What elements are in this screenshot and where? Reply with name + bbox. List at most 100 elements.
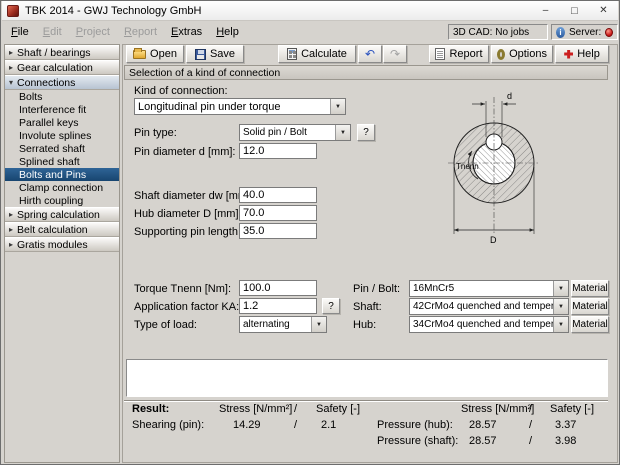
pin-material-label: Pin / Bolt: xyxy=(353,283,401,295)
page-title: Selection of a kind of connection xyxy=(124,65,608,80)
result-divider: / xyxy=(294,419,298,431)
diagram-torque-label: Tnenn xyxy=(456,162,479,171)
sidebar-item-involute-splines[interactable]: Involute splines xyxy=(5,129,119,142)
result-pressure-hub-label: Pressure (hub): xyxy=(377,419,453,431)
result-pressure-shaft-stress: 28.57 xyxy=(469,435,497,447)
result-pressure-hub-safety: 3.37 xyxy=(555,419,577,431)
result-pressure-shaft-label: Pressure (shaft): xyxy=(377,435,459,447)
minimize-button[interactable] xyxy=(531,1,560,20)
pin-material-value: 16MnCr5 xyxy=(413,283,455,294)
shaft-material-value: 42CrMo4 quenched and tempered xyxy=(413,301,553,312)
sidebar-item-bolts[interactable]: Bolts xyxy=(5,90,119,103)
sidebar-item-interference-fit[interactable]: Interference fit xyxy=(5,103,119,116)
shaft-material-label: Shaft: xyxy=(353,301,382,313)
shaft-diameter-input[interactable] xyxy=(239,187,317,203)
pin-type-label: Pin type: xyxy=(134,127,177,139)
load-type-value: alternating xyxy=(243,319,290,330)
menu-project[interactable]: Project xyxy=(69,24,117,40)
hub-diameter-input[interactable] xyxy=(239,205,317,221)
pin-length-input[interactable] xyxy=(239,223,317,239)
hub-material-select[interactable]: 34CrMo4 quenched and tempered xyxy=(409,316,569,333)
shaft-diameter-label: Shaft diameter dw [mm]: xyxy=(134,190,254,202)
hub-material-button[interactable]: Material xyxy=(571,316,609,333)
sidebar-item-serrated-shaft[interactable]: Serrated shaft xyxy=(5,142,119,155)
result-divider: / xyxy=(529,419,533,431)
chevron-right-icon xyxy=(9,241,13,249)
result-divider: / xyxy=(294,403,298,415)
sidebar-section-shaft-bearings[interactable]: Shaft / bearings xyxy=(5,45,119,60)
chevron-down-icon[interactable] xyxy=(330,99,345,114)
result-divider: / xyxy=(529,403,533,415)
sidebar-section-label: Spring calculation xyxy=(17,208,100,221)
maximize-button[interactable] xyxy=(560,1,589,20)
sidebar-section-label: Shaft / bearings xyxy=(17,46,91,59)
chevron-down-icon[interactable] xyxy=(311,317,326,332)
shaft-material-button[interactable]: Material xyxy=(571,298,609,315)
menu-bar: File Edit Project Report Extras Help 3D … xyxy=(2,22,618,42)
pin-material-select[interactable]: 16MnCr5 xyxy=(409,280,569,297)
pin-type-select[interactable]: Solid pin / Bolt xyxy=(239,124,351,141)
sidebar-item-splined-shaft[interactable]: Splined shaft xyxy=(5,155,119,168)
application-factor-help-button[interactable]: ? xyxy=(322,298,340,314)
result-pressure-shaft-safety: 3.98 xyxy=(555,435,577,447)
result-shearing-label: Shearing (pin): xyxy=(132,419,205,431)
sidebar-section-label: Gratis modules xyxy=(17,238,88,251)
title-bar: TBK 2014 - GWJ Technology GmbH xyxy=(2,1,618,21)
menu-report[interactable]: Report xyxy=(117,24,164,40)
pin-type-help-button[interactable]: ? xyxy=(357,124,375,141)
sidebar-item-clamp-connection[interactable]: Clamp connection xyxy=(5,181,119,194)
menu-extras[interactable]: Extras xyxy=(164,24,209,40)
kind-of-connection-value: Longitudinal pin under torque xyxy=(138,100,281,113)
app-icon xyxy=(7,4,19,17)
chevron-right-icon xyxy=(9,49,13,57)
cad-status-text: 3D CAD: No jobs xyxy=(453,26,530,38)
sidebar-item-hirth-coupling[interactable]: Hirth coupling xyxy=(5,194,119,207)
sidebar-section-connections[interactable]: Connections xyxy=(5,75,119,90)
result-pressure-hub-stress: 28.57 xyxy=(469,419,497,431)
window-controls xyxy=(531,1,618,20)
result-safety-header-right: Safety [-] xyxy=(550,403,595,415)
sidebar-section-spring-calculation[interactable]: Spring calculation xyxy=(5,207,119,222)
pin-diameter-input[interactable] xyxy=(239,143,317,159)
result-stress-header-left: Stress [N/mm²] xyxy=(219,403,293,415)
info-icon[interactable] xyxy=(556,26,566,38)
close-button[interactable] xyxy=(589,1,618,20)
result-title: Result: xyxy=(132,403,170,415)
chevron-down-icon[interactable] xyxy=(335,125,350,140)
shaft-material-select[interactable]: 42CrMo4 quenched and tempered xyxy=(409,298,569,315)
server-status-dot-icon xyxy=(605,27,613,37)
chevron-down-icon[interactable] xyxy=(553,299,568,314)
result-separator xyxy=(124,400,608,402)
sidebar-section-gratis-modules[interactable]: Gratis modules xyxy=(5,237,119,252)
chevron-right-icon xyxy=(9,211,13,219)
server-label: Server: xyxy=(569,26,602,38)
kind-of-connection-select[interactable]: Longitudinal pin under torque xyxy=(134,98,346,115)
torque-input[interactable] xyxy=(239,280,317,296)
diagram-D-label: D xyxy=(490,235,497,245)
torque-label: Torque Tnenn [Nm]: xyxy=(134,283,232,295)
cad-status: 3D CAD: No jobs xyxy=(448,24,548,40)
sidebar-item-bolts-and-pins[interactable]: Bolts and Pins xyxy=(5,168,119,181)
pin-connection-diagram: d D Tnenn xyxy=(426,87,566,248)
chevron-down-icon[interactable] xyxy=(553,281,568,296)
chevron-right-icon xyxy=(9,226,13,234)
app-window: TBK 2014 - GWJ Technology GmbH File Edit… xyxy=(0,0,620,465)
message-box xyxy=(126,359,608,397)
menu-help[interactable]: Help xyxy=(209,24,246,40)
sidebar-section-belt-calculation[interactable]: Belt calculation xyxy=(5,222,119,237)
sidebar-section-label: Belt calculation xyxy=(17,223,88,236)
result-safety-header-left: Safety [-] xyxy=(316,403,361,415)
menu-edit[interactable]: Edit xyxy=(36,24,69,40)
sidebar-item-parallel-keys[interactable]: Parallel keys xyxy=(5,116,119,129)
menu-file[interactable]: File xyxy=(4,24,36,40)
sidebar-section-gear-calculation[interactable]: Gear calculation xyxy=(5,60,119,75)
sidebar-section-label: Gear calculation xyxy=(17,61,93,74)
application-factor-input[interactable] xyxy=(239,298,317,314)
result-stress-header-right: Stress [N/mm²] xyxy=(461,403,535,415)
chevron-down-icon[interactable] xyxy=(553,317,568,332)
window-title: TBK 2014 - GWJ Technology GmbH xyxy=(25,4,202,17)
load-type-select[interactable]: alternating xyxy=(239,316,327,333)
application-factor-label: Application factor KA: xyxy=(134,301,240,313)
load-type-label: Type of load: xyxy=(134,319,197,331)
pin-material-button[interactable]: Material xyxy=(571,280,609,297)
